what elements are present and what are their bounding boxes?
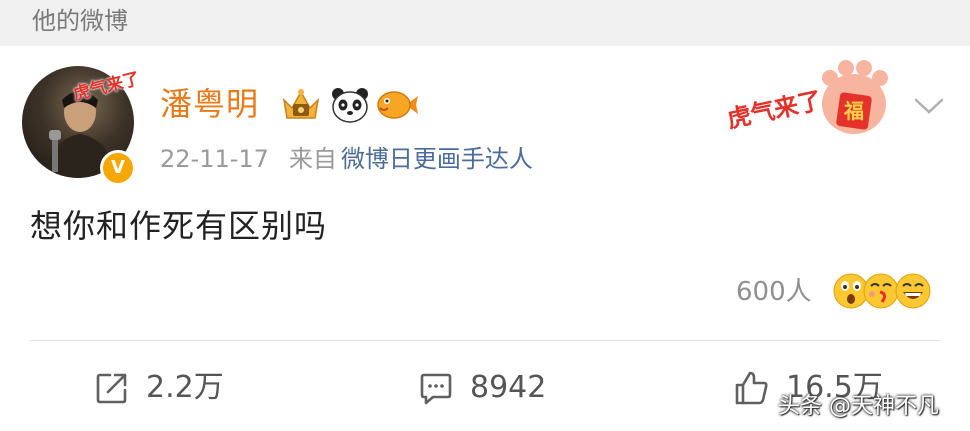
repost-count: 2.2万 xyxy=(146,370,224,405)
avatar[interactable]: 虎气来了 V xyxy=(22,66,142,186)
share-icon xyxy=(94,370,130,406)
panda-icon[interactable] xyxy=(330,86,370,124)
reaction-count: 600人 xyxy=(736,277,812,307)
post-card[interactable]: 虎气来了 V 潘粤明 22-11-17 来自 微博日更画手达人 福 虎气来了 想… xyxy=(0,46,970,431)
watermark: 头条 @天神不凡 xyxy=(778,394,939,419)
thumbs-up-icon xyxy=(734,370,770,406)
post-content: 想你和作死有区别吗 xyxy=(30,207,328,245)
pufferfish-icon[interactable] xyxy=(376,88,420,122)
chevron-down-icon[interactable] xyxy=(912,94,946,118)
username[interactable]: 潘粤明 xyxy=(160,84,259,124)
post-meta: 22-11-17 来自 微博日更画手达人 xyxy=(160,144,533,174)
divider xyxy=(30,340,940,341)
section-header: 他的微博 xyxy=(0,0,970,46)
fortune-stamp: 福 xyxy=(843,99,864,123)
source-prefix: 来自 xyxy=(288,145,337,173)
section-title: 他的微博 xyxy=(32,7,128,35)
comment-count: 8942 xyxy=(470,370,547,405)
comment-icon xyxy=(418,370,454,406)
source-link[interactable]: 微博日更画手达人 xyxy=(341,145,533,173)
vip-crown-icon[interactable] xyxy=(280,86,322,124)
verified-icon: V xyxy=(100,150,136,186)
laugh-emoji xyxy=(894,272,932,310)
post-date: 22-11-17 xyxy=(160,145,269,173)
festival-badge[interactable]: 福 虎气来了 xyxy=(722,54,902,154)
